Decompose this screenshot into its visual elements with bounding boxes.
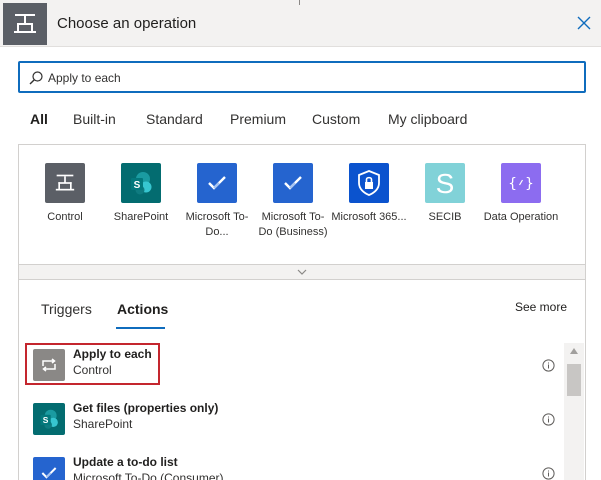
action-title: Update a to-do list	[73, 455, 178, 469]
connector-secib[interactable]: S SECIB	[407, 163, 483, 225]
info-icon[interactable]	[542, 467, 555, 480]
connector-todo-consumer[interactable]: Microsoft To-Do...	[179, 163, 255, 240]
connector-microsoft-365[interactable]: Microsoft 365...	[331, 163, 407, 225]
control-icon	[45, 163, 85, 203]
see-more-link[interactable]: See more	[515, 300, 567, 314]
sharepoint-icon: S	[121, 163, 161, 203]
connector-label: Microsoft To-Do...	[185, 211, 249, 238]
connector-grid: Control S SharePoint Microsoft To-Do...	[18, 144, 586, 264]
actions-scrollbar[interactable]	[564, 343, 584, 480]
connector-control[interactable]: Control	[27, 163, 103, 225]
connector-label: Data Operation	[483, 211, 559, 223]
expand-connectors-bar[interactable]	[18, 264, 586, 280]
chevron-down-icon	[297, 269, 307, 275]
active-tab-indicator	[116, 327, 165, 329]
todo-check-icon	[273, 163, 313, 203]
action-title: Get files (properties only)	[73, 401, 219, 415]
svg-text:S: S	[134, 180, 141, 191]
close-icon	[577, 16, 591, 30]
action-update-todo-list[interactable]: Update a to-do list Microsoft To-Do (Con…	[25, 452, 565, 480]
tab-triggers[interactable]: Triggers	[41, 301, 92, 317]
connector-label: Control	[47, 211, 83, 223]
svg-text:S: S	[436, 168, 455, 198]
dialog-header: Choose an operation	[0, 0, 601, 47]
connector-label: SharePoint	[113, 211, 169, 223]
action-connector: SharePoint	[73, 417, 133, 431]
connector-todo-business[interactable]: Microsoft To-Do (Business)	[255, 163, 331, 240]
connector-label: Microsoft 365...	[331, 211, 407, 223]
search-icon	[29, 71, 43, 85]
svg-text:{ }: { }	[508, 176, 533, 192]
top-divider-tick	[299, 0, 300, 5]
category-tabs: All Built-in Standard Premium Custom My …	[0, 108, 601, 136]
connector-label: Microsoft To-Do (Business)	[258, 211, 328, 238]
secib-icon: S	[425, 163, 465, 203]
connector-sharepoint[interactable]: S SharePoint	[103, 163, 179, 225]
scroll-up-arrow-icon[interactable]	[570, 348, 578, 354]
tab-premium[interactable]: Premium	[230, 111, 286, 127]
svg-text:S: S	[43, 415, 49, 425]
tab-actions[interactable]: Actions	[117, 301, 168, 317]
tab-standard[interactable]: Standard	[146, 111, 203, 127]
dialog-title: Choose an operation	[57, 15, 197, 32]
scrollbar-thumb[interactable]	[567, 364, 581, 396]
tab-built-in[interactable]: Built-in	[73, 111, 116, 127]
connector-label: SECIB	[428, 211, 462, 223]
info-icon[interactable]	[542, 359, 555, 372]
tab-custom[interactable]: Custom	[312, 111, 360, 127]
todo-check-icon	[197, 163, 237, 203]
data-operation-icon: { }	[501, 163, 541, 203]
control-icon	[3, 3, 47, 45]
action-get-files[interactable]: S Get files (properties only) SharePoint	[25, 398, 565, 442]
connector-data-operation[interactable]: { } Data Operation	[483, 163, 559, 225]
todo-check-icon	[33, 457, 65, 480]
action-connector: Microsoft To-Do (Consumer)	[73, 471, 224, 480]
tab-my-clipboard[interactable]: My clipboard	[388, 111, 467, 127]
selection-highlight	[25, 343, 160, 385]
search-input[interactable]: Apply to each	[48, 71, 121, 85]
close-button[interactable]	[573, 12, 595, 34]
tab-all[interactable]: All	[30, 111, 48, 127]
shield-lock-icon	[349, 163, 389, 203]
search-box[interactable]: Apply to each	[18, 61, 586, 93]
actions-panel: Triggers Actions See more Apply to each …	[18, 280, 586, 480]
sharepoint-icon: S	[33, 403, 65, 435]
info-icon[interactable]	[542, 413, 555, 426]
